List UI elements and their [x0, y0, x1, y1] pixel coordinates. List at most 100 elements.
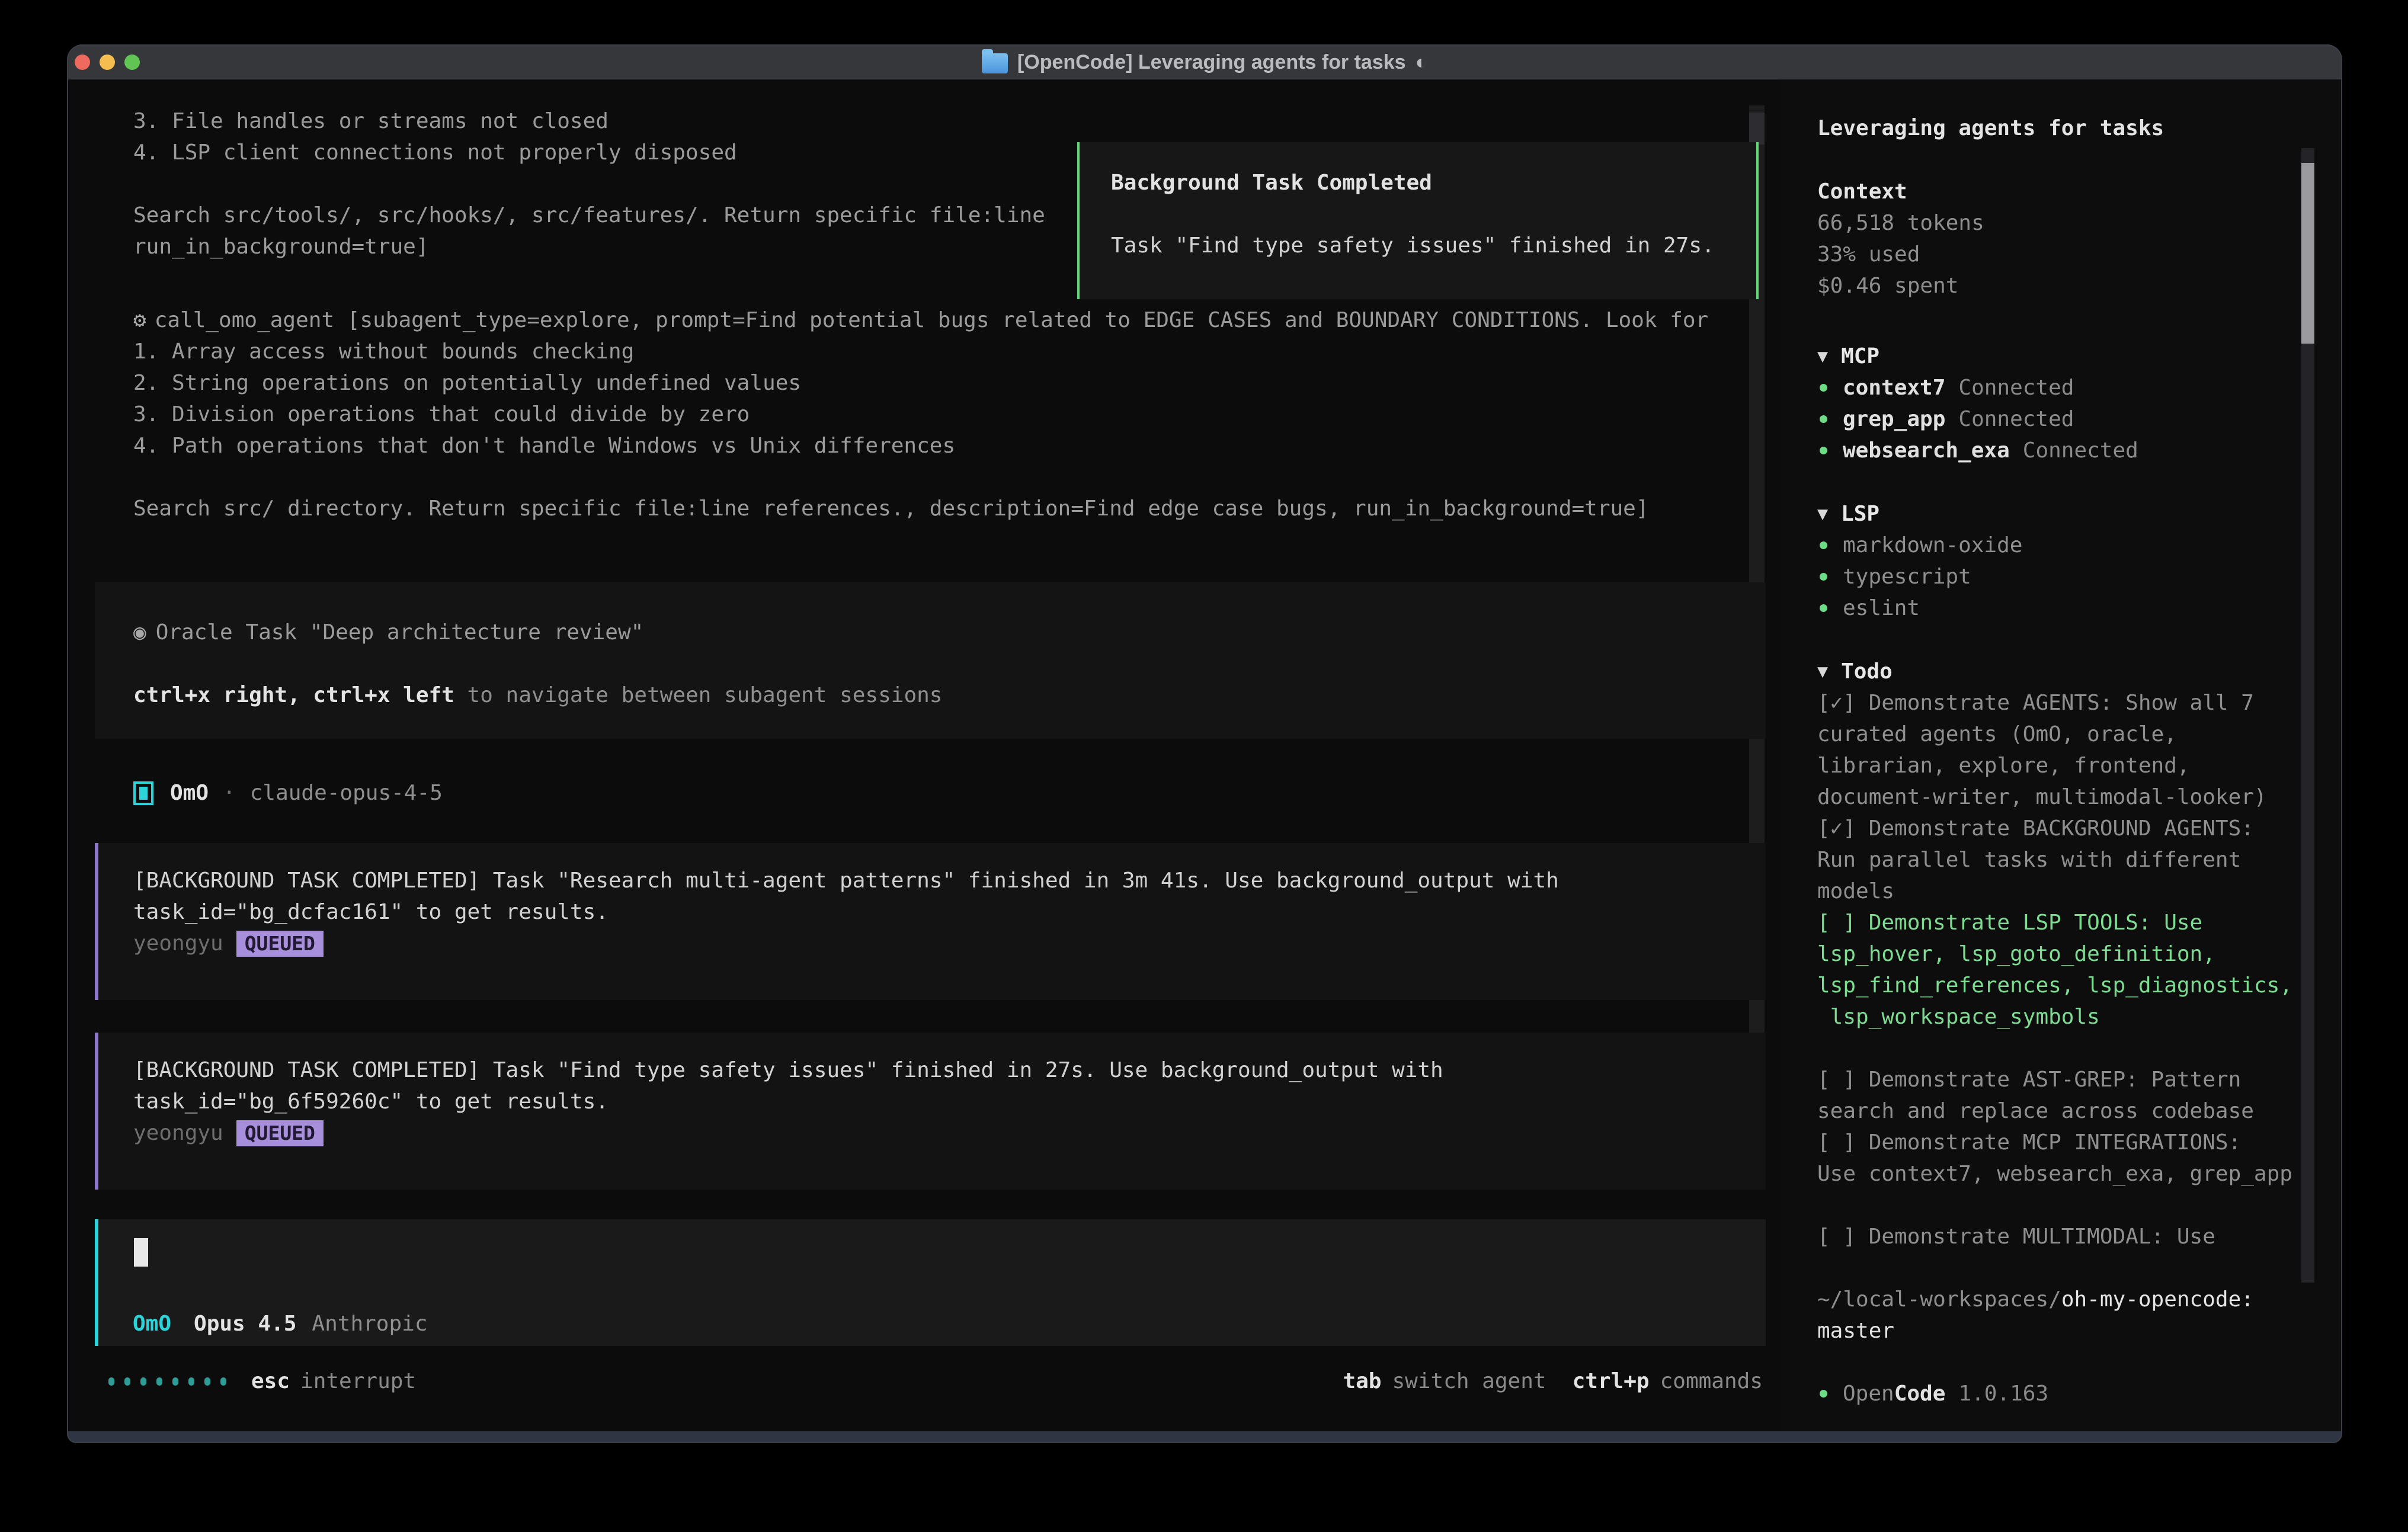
todo-line: Use context7, websearch_exa, grep_app	[1817, 1158, 2289, 1190]
lsp-item-name: markdown-oxide	[1843, 530, 2022, 561]
prompt-input[interactable]: OmO Opus 4.5 Anthropic	[95, 1219, 1766, 1346]
input-footer: OmO Opus 4.5 Anthropic	[133, 1308, 428, 1339]
todo-section-header-wrap: ▼ Todo	[1817, 656, 2289, 687]
todo-line: [ ] Demonstrate LSP TOOLS: Use	[1817, 907, 2289, 938]
text-cursor	[134, 1238, 148, 1267]
context-spent: $0.46 spent	[1817, 270, 2289, 302]
lsp-section-header[interactable]: ▼ LSP	[1817, 498, 2289, 530]
scrollback-line: 4. LSP client connections not properly d…	[133, 137, 1045, 168]
titlebar[interactable]: [OpenCode] Leveraging agents for tasks ◐	[67, 44, 2342, 80]
agent-session-header: OmO · claude-opus-4-5	[133, 777, 443, 809]
scrollback-line: Search src/tools/, src/hooks/, src/featu…	[133, 200, 1045, 231]
todo-line: [✓] Demonstrate AGENTS: Show all 7	[1817, 687, 2289, 719]
main-scrollbar-thumb-top[interactable]	[1749, 113, 1765, 145]
mcp-section-header[interactable]: ▼ MCP	[1817, 341, 2289, 372]
queued-badge: QUEUED	[236, 931, 324, 957]
agent-model: claude-opus-4-5	[250, 777, 443, 809]
status-dot-icon	[1820, 573, 1827, 581]
todo-item-pending: [ ] Demonstrate AST-GREP: Pattern search…	[1817, 1064, 2289, 1127]
tab-key-label: switch agent	[1392, 1369, 1546, 1393]
oracle-task-card: ◉Oracle Task "Deep architecture review" …	[95, 582, 1766, 739]
input-agent-name: OmO	[133, 1308, 171, 1339]
status-dot-icon	[1820, 384, 1827, 392]
todo-section-header[interactable]: ▼ Todo	[1817, 656, 2289, 687]
todo-item-done: [✓] Demonstrate AGENTS: Show all 7 curat…	[1817, 687, 2289, 813]
chevron-down-icon: ▼	[1817, 341, 1828, 372]
context-header: Context	[1817, 176, 2289, 207]
todo-line: [ ] Demonstrate MULTIMODAL: Use	[1817, 1221, 2289, 1252]
oracle-hint-rest: to navigate between subagent sessions	[454, 683, 943, 707]
todo-line: [✓] Demonstrate BACKGROUND AGENTS:	[1817, 813, 2289, 844]
todo-line: models	[1817, 876, 2289, 907]
chevron-down-icon: ▼	[1817, 498, 1828, 530]
mcp-item-status: Connected	[1958, 372, 2074, 403]
status-dot-icon	[1820, 604, 1827, 612]
version-name-prefix: Open	[1843, 1378, 1894, 1409]
scrollback-line: run_in_background=true]	[133, 231, 1045, 262]
lsp-header-label: LSP	[1841, 498, 1879, 530]
mcp-section: ▼ MCP context7 Connected grep_appConnecte…	[1817, 341, 2289, 466]
oracle-icon: ◉	[133, 620, 146, 645]
agent-separator: ·	[223, 777, 236, 809]
version-line-wrap: OpenCode 1.0.163	[1817, 1378, 2289, 1409]
lsp-item-name: eslint	[1843, 592, 1920, 624]
sidebar-scrollbar-thumb[interactable]	[2301, 163, 2314, 344]
input-provider-name: Anthropic	[312, 1308, 427, 1339]
tool-call-line: Search src/ directory. Return specific f…	[133, 493, 1708, 524]
esc-key-label: interrupt	[300, 1369, 416, 1393]
tool-call-line: 1. Array access without bounds checking	[133, 336, 1708, 367]
todo-line: document-writer, multimodal-looker)	[1817, 781, 2289, 813]
tool-call-line	[133, 461, 1708, 493]
version-name-suffix: Code	[1894, 1378, 1946, 1409]
todo-line: lsp_hover, lsp_goto_definition,	[1817, 938, 2289, 970]
oracle-title-line: ◉Oracle Task "Deep architecture review"	[133, 617, 1766, 648]
mcp-item: grep_appConnected	[1817, 403, 2289, 435]
tool-call-line: 2. String operations on potentially unde…	[133, 367, 1708, 399]
workspace-repo: oh-my-opencode:	[2061, 1287, 2254, 1312]
todo-item-active: [ ] Demonstrate LSP TOOLS: Use lsp_hover…	[1817, 907, 2289, 1033]
tool-call-line: ⚙call_omo_agent [subagent_type=explore, …	[133, 305, 1708, 336]
todo-line: lsp_workspace_symbols	[1817, 1001, 2289, 1033]
todo-header-label: Todo	[1841, 656, 1893, 687]
workspace-path: ~/local-workspaces/oh-my-opencode: maste…	[1817, 1284, 2289, 1347]
scrollback-line: 3. File handles or streams not closed	[133, 105, 1045, 137]
omo-agent-icon	[133, 781, 153, 805]
esc-key-hint: esc	[251, 1369, 290, 1393]
mcp-item: websearch_exaConnected	[1817, 435, 2289, 466]
mcp-item-name: context7	[1843, 372, 1945, 403]
queued-badge: QUEUED	[236, 1120, 324, 1146]
task-owner: yeongyu	[133, 1121, 223, 1145]
status-dot-icon	[1820, 1390, 1827, 1398]
folder-icon	[982, 53, 1008, 73]
task-owner: yeongyu	[133, 931, 223, 956]
ctrlp-key-hint: ctrl+p	[1573, 1369, 1650, 1393]
session-sidebar[interactable]: Leveraging agents for tasks Context 66,5…	[1781, 80, 2342, 1431]
context-used: 33% used	[1817, 239, 2289, 270]
todo-line: search and replace across codebase	[1817, 1095, 2289, 1127]
oracle-hint-keys: ctrl+x right, ctrl+x left	[133, 683, 454, 707]
gear-icon: ⚙	[133, 308, 146, 332]
screen: [OpenCode] Leveraging agents for tasks ◐…	[0, 0, 2408, 1532]
todo-line: [ ] Demonstrate AST-GREP: Pattern	[1817, 1064, 2289, 1095]
agent-name: OmO	[170, 777, 209, 809]
input-model-name[interactable]: Opus 4.5	[194, 1308, 296, 1339]
task-line2: task_id="bg_dcfac161" to get results.	[133, 896, 1766, 928]
background-task-toast: Background Task Completed Task "Find typ…	[1077, 142, 1759, 299]
mcp-item-status: Connected	[1958, 403, 2074, 435]
lsp-item: markdown-oxide	[1817, 530, 2289, 561]
task-line2: task_id="bg_6f59260c" to get results.	[133, 1086, 1766, 1117]
sidebar-scrollbar[interactable]	[2301, 148, 2314, 1283]
background-task-message: [BACKGROUND TASK COMPLETED] Task "Resear…	[95, 843, 1766, 1000]
session-title: Leveraging agents for tasks	[1817, 113, 2289, 144]
task-line1: [BACKGROUND TASK COMPLETED] Task "Resear…	[133, 865, 1766, 896]
lsp-item: typescript	[1817, 561, 2289, 592]
task-owner-line: yeongyu QUEUED	[133, 928, 1766, 959]
window-title-text: [OpenCode] Leveraging agents for tasks	[1017, 51, 1406, 74]
todo-line: curated agents (OmO, oracle,	[1817, 719, 2289, 750]
scrollback-text: 3. File handles or streams not closed 4.…	[133, 105, 1045, 262]
todo-item-done: [✓] Demonstrate BACKGROUND AGENTS: Run p…	[1817, 813, 2289, 907]
mcp-header-label: MCP	[1841, 341, 1879, 372]
version-number: 1.0.163	[1958, 1378, 2048, 1409]
tab-key-hint: tab	[1343, 1369, 1381, 1393]
workspace-path-prefix: ~/local-workspaces/	[1817, 1287, 2061, 1312]
